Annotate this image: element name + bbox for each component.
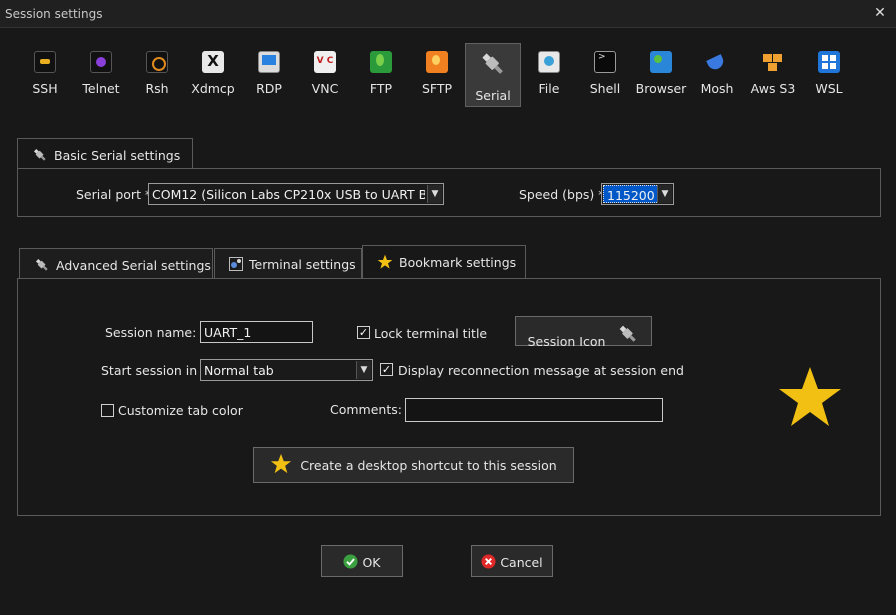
session-type-xdmcp[interactable]: X Xdmcp	[185, 43, 241, 107]
session-icon-button-label: Session Icon	[527, 334, 606, 349]
cancel-button[interactable]: Cancel	[471, 545, 553, 577]
ok-button-label: OK	[362, 555, 381, 570]
create-desktop-shortcut-button[interactable]: Create a desktop shortcut to this sessio…	[253, 447, 574, 483]
tab-advanced-serial-settings[interactable]: Advanced Serial settings	[19, 248, 213, 278]
basic-serial-panel: Serial port * COM12 (Silicon Labs CP210x…	[17, 168, 881, 217]
customize-tab-color-checkbox[interactable]	[101, 404, 114, 417]
session-type-label: Telnet	[82, 81, 120, 96]
bookmark-settings-panel: Session name: ✓ Lock terminal title Sess…	[17, 278, 881, 516]
check-circle-icon	[343, 554, 359, 572]
chevron-down-icon: ▼	[657, 185, 672, 203]
session-type-wsl[interactable]: WSL	[801, 43, 857, 107]
session-type-sftp[interactable]: SFTP	[409, 43, 465, 107]
serial-plug-icon	[479, 50, 507, 78]
satellite-dish-icon	[706, 51, 728, 73]
speed-label: Speed (bps) *	[519, 187, 605, 202]
chevron-down-icon: ▼	[427, 185, 442, 203]
session-type-label: FTP	[369, 81, 393, 96]
tab-label: Bookmark settings	[399, 255, 517, 270]
start-session-label: Start session in	[101, 363, 198, 378]
start-session-select[interactable]: Normal tab ▼	[200, 359, 373, 381]
session-type-label: Shell	[589, 81, 621, 96]
title-bar: Session settings ✕	[0, 0, 896, 28]
star-icon	[270, 453, 296, 478]
session-type-telnet[interactable]: Telnet	[73, 43, 129, 107]
tab-bookmark-settings[interactable]: Bookmark settings	[362, 245, 526, 279]
comments-input[interactable]	[405, 398, 663, 422]
serial-port-select[interactable]: COM12 (Silicon Labs CP210x USB to UART B…	[148, 183, 444, 205]
tab-label: Advanced Serial settings	[56, 258, 211, 273]
serial-port-label: Serial port *	[76, 187, 152, 202]
bookmark-star-icon	[779, 367, 841, 426]
ok-button[interactable]: OK	[321, 545, 403, 577]
session-type-label: SSH	[32, 81, 58, 96]
session-type-label: Aws S3	[750, 81, 796, 96]
serial-plug-icon	[617, 325, 639, 348]
windows-icon	[818, 51, 840, 73]
xdmcp-icon: X	[202, 51, 224, 73]
tab-label: Terminal settings	[249, 257, 356, 272]
session-type-serial[interactable]: Serial	[465, 43, 521, 107]
session-name-label: Session name:	[105, 325, 197, 340]
key-icon	[34, 51, 56, 73]
session-type-label: SFTP	[421, 81, 453, 96]
session-type-vnc[interactable]: V C VNC	[297, 43, 353, 107]
session-type-label: Serial	[475, 88, 511, 103]
session-name-input[interactable]	[200, 321, 313, 343]
reconnect-message-label: Display reconnection message at session …	[398, 363, 684, 378]
telnet-icon	[90, 51, 112, 73]
session-type-label: RDP	[256, 81, 282, 96]
vnc-icon: V C	[314, 51, 336, 73]
session-icon-button[interactable]: Session Icon	[515, 316, 652, 349]
tab-basic-serial-settings[interactable]: Basic Serial settings	[17, 138, 193, 168]
comments-label: Comments:	[330, 402, 402, 417]
lock-title-checkbox[interactable]: ✓	[357, 326, 370, 339]
rdp-icon	[258, 51, 280, 73]
cancel-circle-icon	[481, 554, 496, 572]
globe-icon	[650, 51, 672, 73]
ftp-icon	[370, 51, 392, 73]
session-type-label: VNC	[311, 81, 339, 96]
start-session-value: Normal tab	[204, 363, 274, 378]
aws-cubes-icon	[762, 51, 784, 73]
session-type-label: Rsh	[145, 81, 169, 96]
window-title: Session settings	[5, 7, 103, 21]
serial-plug-icon	[32, 147, 48, 166]
session-type-label: Mosh	[700, 81, 734, 96]
cancel-button-label: Cancel	[500, 555, 543, 570]
session-type-label: Xdmcp	[191, 81, 235, 96]
rsh-icon	[146, 51, 168, 73]
session-type-mosh[interactable]: Mosh	[689, 43, 745, 107]
serial-port-value: COM12 (Silicon Labs CP210x USB to UART B…	[152, 187, 425, 202]
sftp-icon	[426, 51, 448, 73]
chevron-down-icon: ▼	[356, 361, 371, 379]
session-type-rsh[interactable]: Rsh	[129, 43, 185, 107]
terminal-settings-icon	[229, 257, 243, 274]
session-type-label: WSL	[815, 81, 843, 96]
speed-value: 115200	[603, 185, 659, 203]
reconnect-message-checkbox[interactable]: ✓	[380, 363, 393, 376]
create-desktop-shortcut-label: Create a desktop shortcut to this sessio…	[300, 458, 557, 473]
file-icon	[538, 51, 560, 73]
serial-plug-icon	[34, 257, 50, 276]
lock-title-label: Lock terminal title	[374, 326, 488, 341]
star-icon	[377, 254, 393, 273]
tab-terminal-settings[interactable]: Terminal settings	[214, 248, 362, 278]
shell-icon: >	[594, 51, 616, 73]
session-type-file[interactable]: File	[521, 43, 577, 107]
customize-tab-color-label: Customize tab color	[118, 403, 243, 418]
session-type-shell[interactable]: > Shell	[577, 43, 633, 107]
close-icon[interactable]: ✕	[872, 4, 888, 22]
session-type-rdp[interactable]: RDP	[241, 43, 297, 107]
session-type-aws-s3[interactable]: Aws S3	[745, 43, 801, 107]
speed-select[interactable]: 115200 ▼	[601, 183, 674, 205]
session-type-ftp[interactable]: FTP	[353, 43, 409, 107]
session-type-ssh[interactable]: SSH	[17, 43, 73, 107]
tab-label: Basic Serial settings	[54, 148, 181, 163]
session-type-browser[interactable]: Browser	[633, 43, 689, 107]
session-type-label: Browser	[635, 81, 687, 96]
session-type-label: File	[538, 81, 560, 96]
